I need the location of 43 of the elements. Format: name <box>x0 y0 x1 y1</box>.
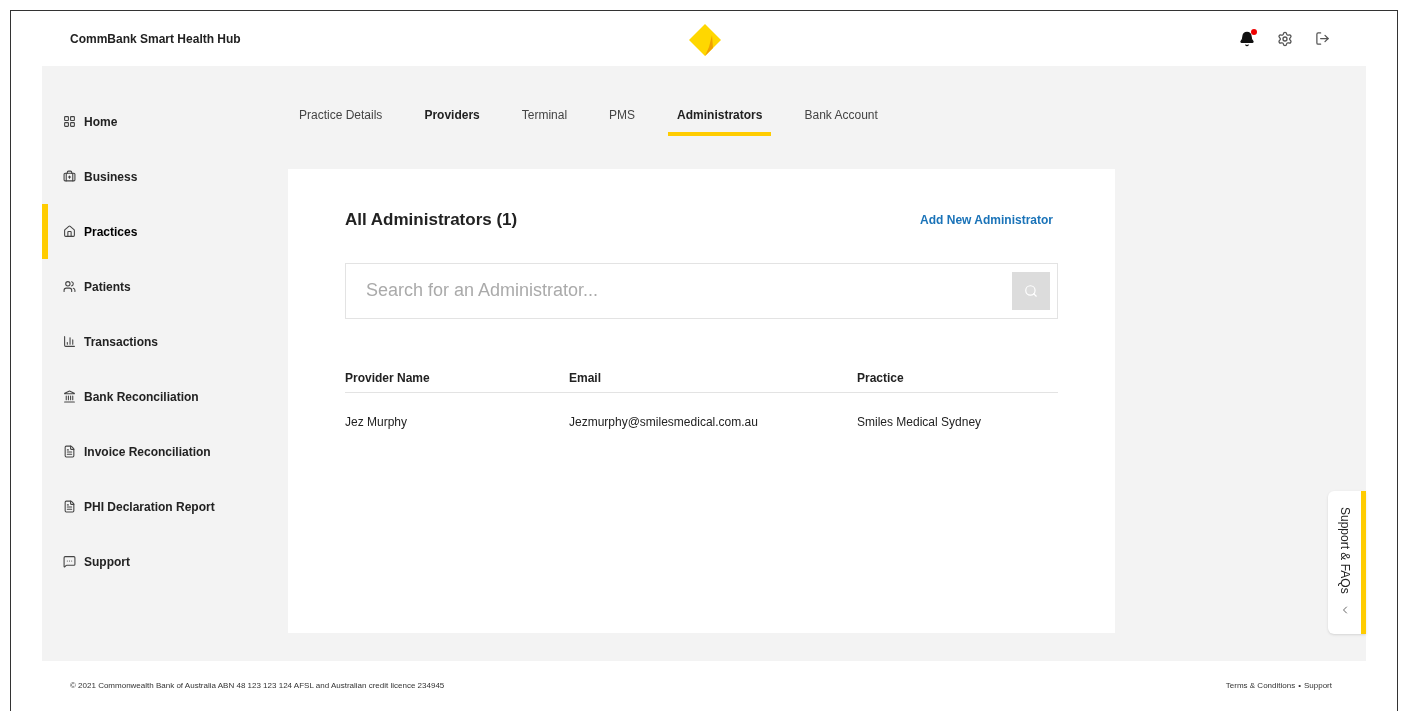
settings-icon[interactable] <box>1277 30 1293 47</box>
sidebar-item[interactable]: Patients <box>42 259 288 314</box>
people-icon <box>63 280 76 293</box>
sidebar-item[interactable]: Home <box>42 94 288 149</box>
notification-bell-icon[interactable] <box>1239 30 1255 47</box>
column-header: Practice <box>857 371 904 385</box>
footer-link[interactable]: Terms & Conditions <box>1225 680 1296 692</box>
sidebar-item[interactable]: Business <box>42 149 288 204</box>
tab[interactable]: Administrators <box>668 104 772 136</box>
logout-icon[interactable] <box>1315 31 1330 46</box>
tab[interactable]: Providers <box>415 104 489 136</box>
table-cell: Jezmurphy@smilesmedical.com.au <box>569 414 758 429</box>
copyright-text: © 2021 Commonwealth Bank of Australia ABN 48 123 123 124 AFSL and Australian credit licence 234945 <box>70 680 445 692</box>
table-cell: Jez Murphy <box>345 414 408 429</box>
table-cell: Smiles Medical Sydney <box>857 414 982 429</box>
tab[interactable]: Practice Details <box>290 104 392 136</box>
tab[interactable]: Terminal <box>512 104 577 136</box>
chart-icon <box>63 335 76 348</box>
bank-icon <box>63 390 76 403</box>
add-administrator-link[interactable]: Add New Administrator <box>920 210 1053 229</box>
logo-icon <box>688 23 722 57</box>
grid-icon <box>63 115 76 128</box>
app-title: CommBank Smart Health Hub <box>70 30 241 48</box>
search-icon <box>1024 283 1038 298</box>
column-header: Provider Name <box>345 371 430 385</box>
tab[interactable]: PMS <box>600 104 645 136</box>
house-icon <box>63 225 76 238</box>
search-field[interactable]: Search for an Administrator... <box>345 262 1058 319</box>
column-header: Email <box>569 371 601 385</box>
sidebar-item[interactable]: Bank Reconciliation <box>42 369 288 424</box>
separator-dot: • <box>1298 680 1301 692</box>
briefcase-icon <box>63 170 76 183</box>
sidebar-item[interactable]: Invoice Reconciliation <box>42 424 288 479</box>
chat-bubble-icon <box>63 555 76 568</box>
document-icon <box>63 445 76 458</box>
sidebar-item[interactable]: Transactions <box>42 314 288 369</box>
support-faq-tab[interactable]: Support & FAQs <box>1328 491 1366 634</box>
document-icon <box>63 500 76 513</box>
footer-link[interactable]: Support <box>1303 680 1332 692</box>
sidebar-item[interactable]: Support <box>42 534 288 589</box>
tab[interactable]: Bank Account <box>795 104 887 136</box>
sidebar-item[interactable]: PHI Declaration Report <box>42 479 288 534</box>
panel-title: All Administrators (1) <box>345 209 518 231</box>
